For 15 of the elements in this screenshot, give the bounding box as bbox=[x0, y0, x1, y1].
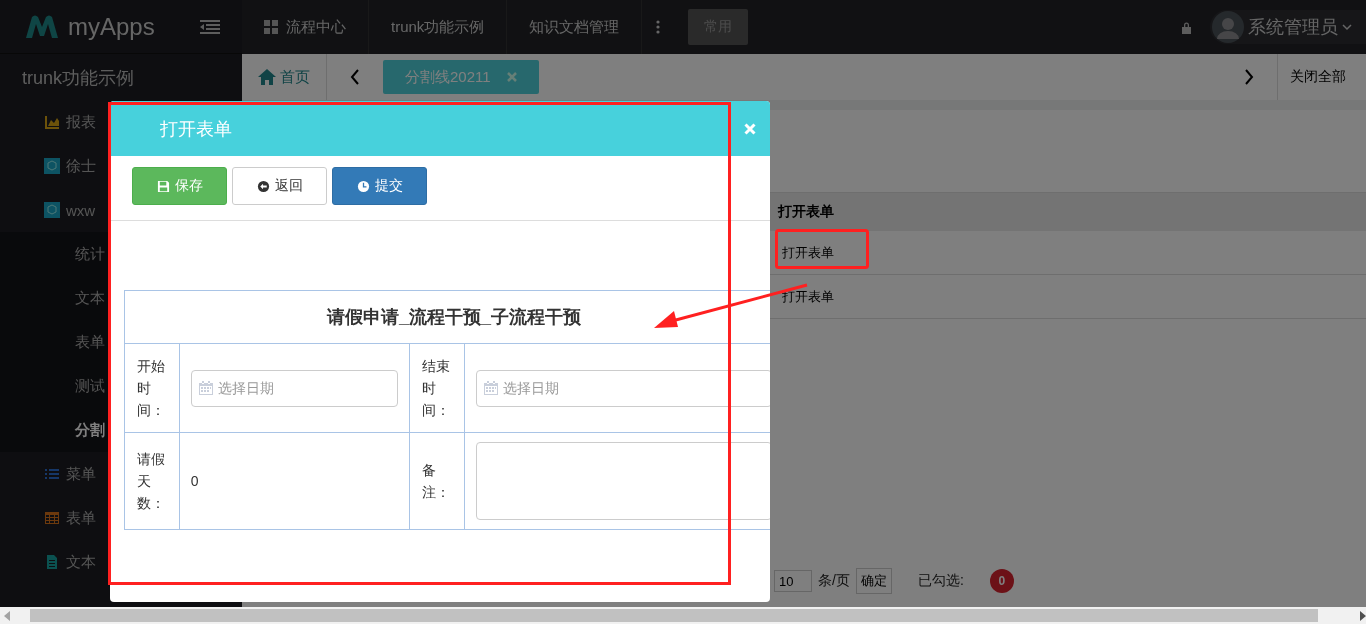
checked-count-badge: 0 bbox=[989, 569, 1014, 593]
page-size-unit: 条/页 bbox=[818, 572, 850, 590]
field-value: 0 bbox=[190, 473, 199, 489]
table-cell: 打开表单 bbox=[782, 243, 834, 262]
table-cell: 打开表单 bbox=[782, 287, 834, 306]
app-logo: myApps bbox=[68, 12, 156, 41]
form-title: 请假申请_流程干预_子流程干预 bbox=[327, 307, 581, 327]
field-label: 结束时间： bbox=[422, 358, 451, 418]
checked-label: 已勾选: bbox=[917, 572, 964, 590]
field-label: 开始时间： bbox=[137, 358, 165, 418]
column-header: 打开表单 bbox=[778, 203, 834, 221]
dialog-title: 打开表单 bbox=[160, 117, 233, 141]
field-label: 备注： bbox=[422, 462, 451, 500]
sidebar-title: trunk功能示例 bbox=[21, 67, 136, 90]
field-label: 请假天数： bbox=[137, 451, 165, 511]
